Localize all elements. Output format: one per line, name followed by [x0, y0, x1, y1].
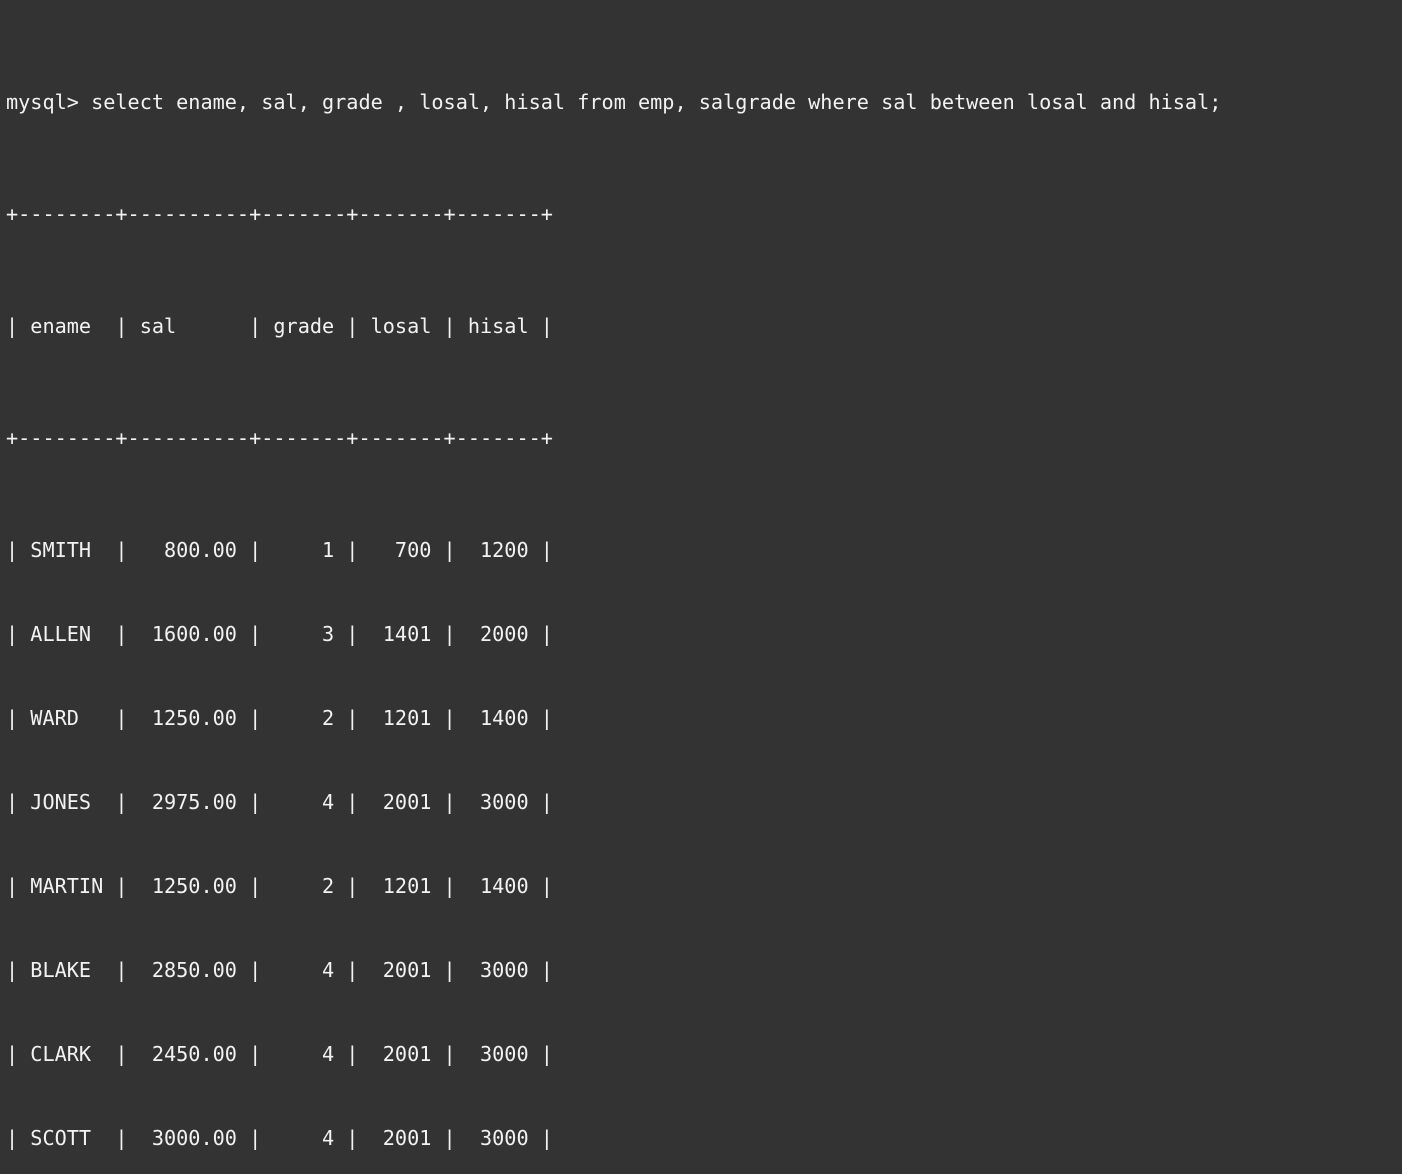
table-border-top: +--------+----------+-------+-------+---…	[6, 202, 553, 226]
table-row: | JONES | 2975.00 | 4 | 2001 | 3000 |	[6, 790, 553, 814]
table-row: | ALLEN | 1600.00 | 3 | 1401 | 2000 |	[6, 622, 553, 646]
table-row: | SMITH | 800.00 | 1 | 700 | 1200 |	[6, 538, 553, 562]
table-row: | WARD | 1250.00 | 2 | 1201 | 1400 |	[6, 706, 553, 730]
table-row: | MARTIN | 1250.00 | 2 | 1201 | 1400 |	[6, 874, 553, 898]
table-row: | BLAKE | 2850.00 | 4 | 2001 | 3000 |	[6, 958, 553, 982]
table-header-row: | ename | sal | grade | losal | hisal |	[6, 314, 553, 338]
terminal-output[interactable]: mysql> select ename, sal, grade , losal,…	[0, 0, 1402, 1174]
table-row: | CLARK | 2450.00 | 4 | 2001 | 3000 |	[6, 1042, 553, 1066]
table-row: | SCOTT | 3000.00 | 4 | 2001 | 3000 |	[6, 1126, 553, 1150]
table-border-header: +--------+----------+-------+-------+---…	[6, 426, 553, 450]
mysql-prompt-line: mysql> select ename, sal, grade , losal,…	[6, 90, 1222, 114]
